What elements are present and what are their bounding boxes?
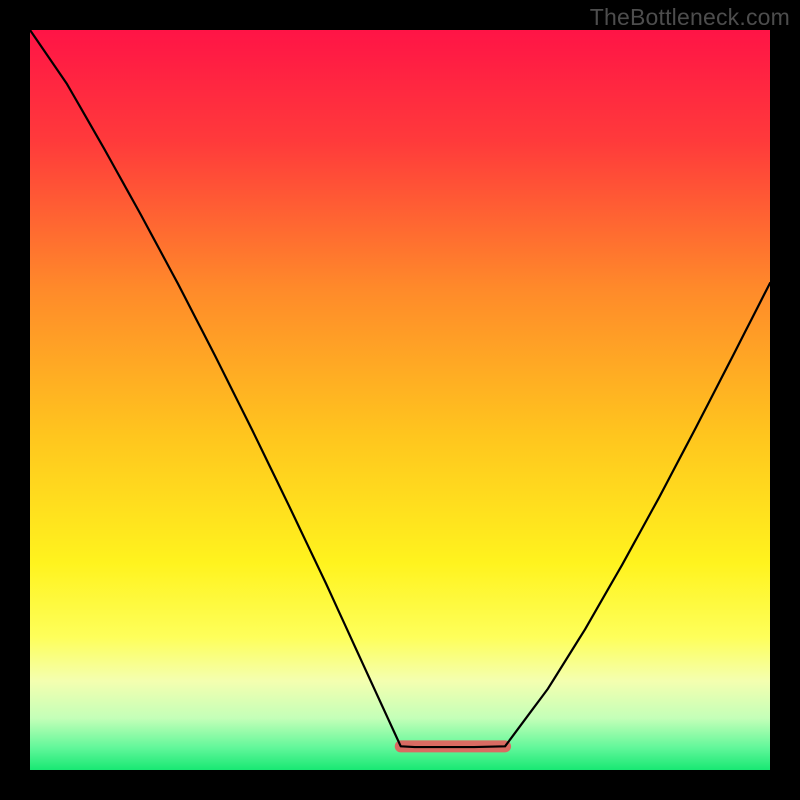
chart-background-gradient [30, 30, 770, 770]
watermark-text: TheBottleneck.com [590, 4, 790, 31]
chart-frame: TheBottleneck.com [0, 0, 800, 800]
chart-plot-area [30, 30, 770, 770]
chart-svg [30, 30, 770, 770]
